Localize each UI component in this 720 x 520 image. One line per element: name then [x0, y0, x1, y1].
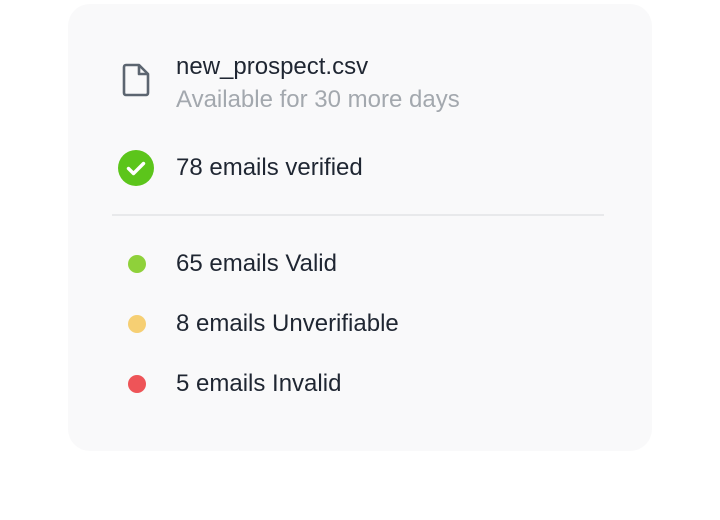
- verified-count: 78 emails verified: [176, 154, 363, 181]
- file-info: new_prospect.csv Available for 30 more d…: [120, 48, 600, 118]
- file-name: new_prospect.csv: [176, 53, 369, 80]
- stat-invalid: 5 emails Invalid: [118, 366, 598, 402]
- stat-unverifiable: 8 emails Unverifiable: [118, 306, 598, 342]
- stat-label: 65 emails Valid: [176, 250, 337, 277]
- check-circle-icon: [118, 150, 154, 186]
- stat-label: 8 emails Unverifiable: [176, 310, 399, 337]
- stat-label: 5 emails Invalid: [176, 370, 342, 397]
- stat-valid: 65 emails Valid: [118, 246, 598, 282]
- divider: [112, 214, 604, 216]
- verified-summary: 78 emails verified: [118, 149, 598, 187]
- valid-status-dot: [128, 255, 146, 273]
- verification-summary-card: new_prospect.csv Available for 30 more d…: [68, 4, 652, 451]
- unverifiable-status-dot: [128, 315, 146, 333]
- file-icon: [122, 63, 150, 97]
- file-availability: Available for 30 more days: [176, 86, 460, 113]
- invalid-status-dot: [128, 375, 146, 393]
